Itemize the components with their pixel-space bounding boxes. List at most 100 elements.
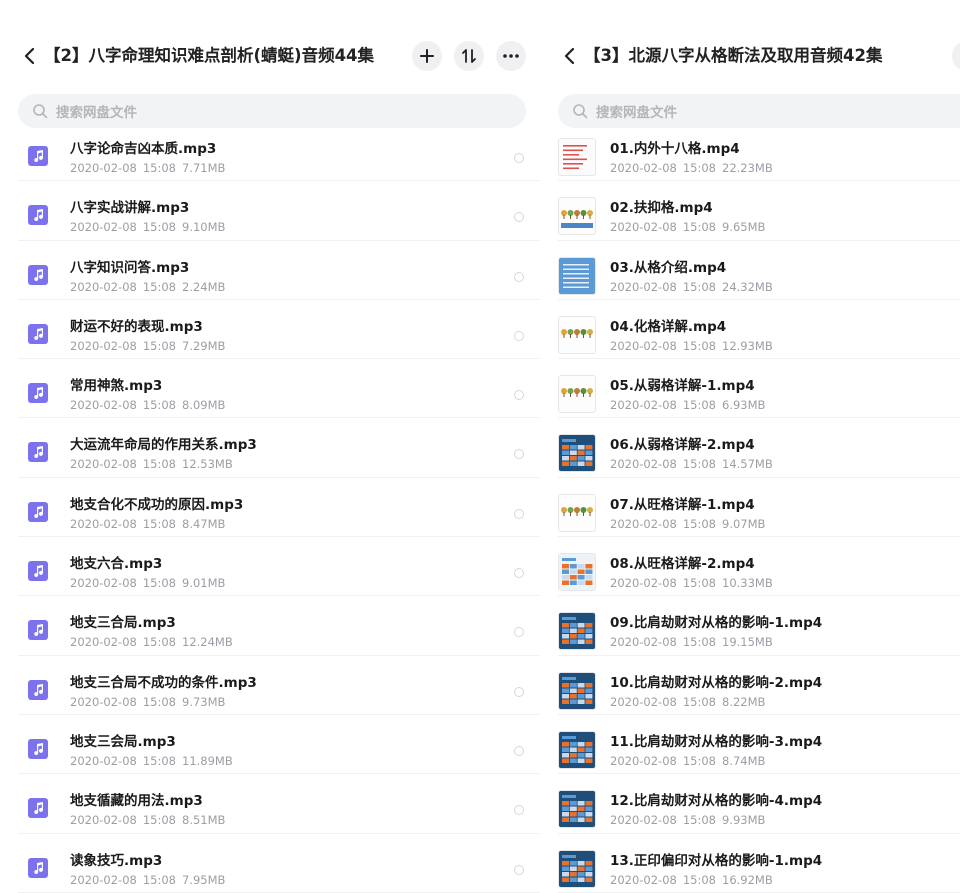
select-radio[interactable] xyxy=(514,745,524,756)
file-row[interactable]: 10.比肩劫财对从格的影响-2.mp4 2020-02-08 15:08 8.22MB xyxy=(540,656,960,716)
file-meta: 2020-02-08 15:08 12.24MB xyxy=(70,635,239,649)
file-row[interactable]: 01.内外十八格.mp4 2020-02-08 15:08 22.23MB xyxy=(540,122,960,182)
file-date: 2020-02-08 xyxy=(70,398,137,413)
file-meta: 2020-02-08 15:08 8.51MB xyxy=(70,813,231,827)
select-radio[interactable] xyxy=(514,153,524,163)
file-date: 2020-02-08 xyxy=(70,161,137,175)
select-radio[interactable] xyxy=(514,330,524,341)
file-date: 2020-02-08 xyxy=(610,338,677,353)
select-radio[interactable] xyxy=(514,271,524,282)
music-note-icon xyxy=(28,857,48,878)
back-icon[interactable] xyxy=(22,44,36,68)
file-name: 01.内外十八格.mp4 xyxy=(610,141,740,157)
file-name: 大运流年命局的作用关系.mp3 xyxy=(70,437,257,454)
file-row[interactable]: 11.比肩劫财对从格的影响-3.mp4 2020-02-08 15:08 8.74MB xyxy=(540,715,960,775)
select-radio[interactable] xyxy=(514,686,524,697)
music-note-icon xyxy=(28,501,48,522)
file-time: 15:08 xyxy=(142,398,176,413)
file-row[interactable]: 八字论命吉凶本质.mp3 2020-02-08 15:08 7.71MB xyxy=(0,122,540,182)
file-row[interactable]: 地支循藏的用法.mp3 2020-02-08 15:08 8.51MB xyxy=(0,774,540,834)
file-row[interactable]: 07.从旺格详解-1.mp4 2020-02-08 15:08 9.07MB xyxy=(540,478,960,538)
file-date: 2020-02-08 xyxy=(610,635,677,650)
select-radio[interactable] xyxy=(514,449,524,460)
file-date: 2020-02-08 xyxy=(70,753,137,768)
file-size: 9.01MB xyxy=(182,576,226,591)
music-note-icon xyxy=(28,679,48,700)
file-date: 2020-02-08 xyxy=(610,220,677,235)
file-date: 2020-02-08 xyxy=(610,813,677,828)
file-row[interactable]: 12.比肩劫财对从格的影响-4.mp4 2020-02-08 15:08 9.93MB xyxy=(540,774,960,834)
file-row[interactable]: 03.从格介绍.mp4 2020-02-08 15:08 24.32MB xyxy=(540,241,960,301)
file-row[interactable]: 地支六合.mp3 2020-02-08 15:08 9.01MB xyxy=(0,537,540,597)
file-row[interactable]: 02.扶抑格.mp4 2020-02-08 15:08 9.65MB xyxy=(540,181,960,241)
file-row[interactable]: 财运不好的表现.mp3 2020-02-08 15:08 7.29MB xyxy=(0,300,540,360)
left-panel: 【2】八字命理知识难点剖析(蜻蜓)音频44集 搜索网盘文件 八字论命吉凶本质.m… xyxy=(0,0,540,893)
file-name: 八字知识问答.mp3 xyxy=(70,259,190,276)
file-size: 8.51MB xyxy=(182,813,226,828)
file-row[interactable]: 大运流年命局的作用关系.mp3 2020-02-08 15:08 12.53MB xyxy=(0,418,540,479)
file-date: 2020-02-08 xyxy=(70,635,137,650)
file-name: 地支三会局.mp3 xyxy=(70,733,176,750)
file-row[interactable]: 06.从弱格详解-2.mp4 2020-02-08 15:08 14.57MB xyxy=(540,418,960,479)
file-time: 15:08 xyxy=(682,872,716,887)
file-row[interactable]: 09.比肩劫财对从格的影响-1.mp4 2020-02-08 15:08 19.15M… xyxy=(540,596,960,656)
file-list: 八字论命吉凶本质.mp3 2020-02-08 15:08 7.71MB 八字实战讲解.… xyxy=(0,122,540,893)
select-radio[interactable] xyxy=(514,627,524,638)
file-size: 2.24MB xyxy=(182,279,226,294)
file-name: 读象技巧.mp3 xyxy=(70,852,163,869)
file-size: 12.24MB xyxy=(182,635,233,650)
file-size: 19.15MB xyxy=(722,635,773,650)
select-radio[interactable] xyxy=(514,864,524,875)
file-name: 02.扶抑格.mp4 xyxy=(610,200,713,217)
file-row[interactable]: 04.化格详解.mp4 2020-02-08 15:08 12.93MB xyxy=(540,300,960,360)
file-name: 07.从旺格详解-1.mp4 xyxy=(610,496,755,513)
add-button[interactable] xyxy=(412,41,442,71)
music-note-icon xyxy=(28,620,48,641)
back-icon[interactable] xyxy=(562,44,576,68)
file-time: 15:08 xyxy=(682,576,716,591)
file-date: 2020-02-08 xyxy=(610,279,677,294)
file-row[interactable]: 05.从弱格详解-1.mp4 2020-02-08 15:08 6.93MB xyxy=(540,359,960,419)
file-row[interactable]: 八字实战讲解.mp3 2020-02-08 15:08 9.10MB xyxy=(0,181,540,241)
file-time: 15:08 xyxy=(682,220,716,235)
file-date: 2020-02-08 xyxy=(610,694,677,709)
sort-button[interactable] xyxy=(454,41,484,71)
file-row[interactable]: 地支合化不成功的原因.mp3 2020-02-08 15:08 8.47MB xyxy=(0,478,540,538)
select-radio[interactable] xyxy=(514,508,524,519)
add-button[interactable] xyxy=(952,41,960,71)
search-icon xyxy=(33,104,48,119)
file-meta: 2020-02-08 15:08 9.93MB xyxy=(610,813,771,827)
file-row[interactable]: 常用神煞.mp3 2020-02-08 15:08 8.09MB xyxy=(0,359,540,419)
select-radio[interactable] xyxy=(514,805,524,816)
music-note-icon xyxy=(28,323,48,344)
select-radio[interactable] xyxy=(514,568,524,579)
file-name: 常用神煞.mp3 xyxy=(70,378,163,395)
file-meta: 2020-02-08 15:08 9.73MB xyxy=(70,695,231,709)
file-size: 6.93MB xyxy=(722,398,766,413)
file-size: 7.71MB xyxy=(182,161,226,175)
file-name: 09.比肩劫财对从格的影响-1.mp4 xyxy=(610,615,823,632)
file-time: 15:08 xyxy=(142,872,176,887)
search-icon xyxy=(573,104,588,119)
file-row[interactable]: 08.从旺格详解-2.mp4 2020-02-08 15:08 10.33MB xyxy=(540,537,960,597)
file-meta: 2020-02-08 15:08 9.07MB xyxy=(610,517,771,531)
file-row[interactable]: 地支三合局.mp3 2020-02-08 15:08 12.24MB xyxy=(0,596,540,656)
file-meta: 2020-02-08 15:08 6.93MB xyxy=(610,398,771,412)
music-note-icon xyxy=(28,383,48,404)
music-note-icon xyxy=(28,146,48,166)
file-time: 15:08 xyxy=(682,457,716,472)
file-meta: 2020-02-08 15:08 22.23MB xyxy=(610,161,779,175)
select-radio[interactable] xyxy=(514,390,524,401)
file-row[interactable]: 八字知识问答.mp3 2020-02-08 15:08 2.24MB xyxy=(0,241,540,301)
file-row[interactable]: 地支三会局.mp3 2020-02-08 15:08 11.89MB xyxy=(0,715,540,775)
file-row[interactable]: 地支三合局不成功的条件.mp3 2020-02-08 15:08 9.73MB xyxy=(0,656,540,716)
file-time: 15:08 xyxy=(142,161,176,175)
more-button[interactable] xyxy=(496,41,526,71)
file-meta: 2020-02-08 15:08 12.53MB xyxy=(70,457,239,471)
video-thumbnail xyxy=(558,612,596,651)
file-row[interactable]: 读象技巧.mp3 2020-02-08 15:08 7.95MB xyxy=(0,834,540,893)
select-radio[interactable] xyxy=(514,212,524,223)
file-name: 10.比肩劫财对从格的影响-2.mp4 xyxy=(610,674,823,691)
file-row[interactable]: 13.正印偏印对从格的影响-1.mp4 2020-02-08 15:08 16.92M… xyxy=(540,834,960,893)
video-thumbnail xyxy=(558,553,596,592)
